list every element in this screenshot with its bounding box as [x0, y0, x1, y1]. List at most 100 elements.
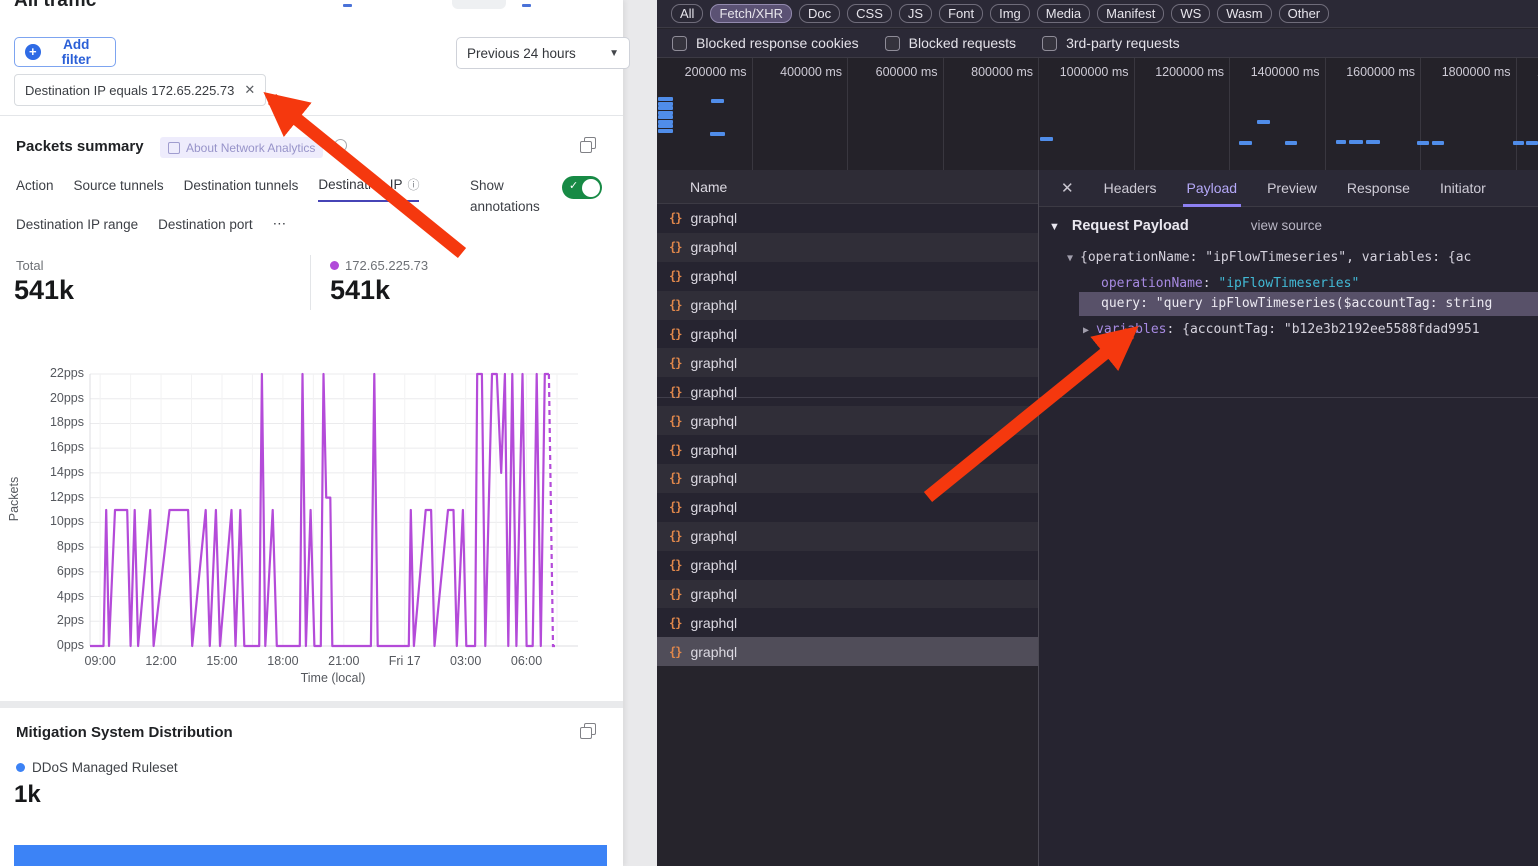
- network-checkbox-bar: Blocked response cookies Blocked request…: [657, 29, 1538, 58]
- checkbox-icon[interactable]: [1042, 36, 1057, 51]
- filter-pill[interactable]: Font: [939, 4, 983, 23]
- timeline-request-bar: [658, 97, 673, 101]
- summary-tab[interactable]: Destination port ⓘ: [158, 216, 253, 239]
- detail-tab[interactable]: Response: [1347, 170, 1410, 207]
- request-row[interactable]: {} graphql: [657, 522, 1038, 551]
- series-dot: [330, 261, 339, 270]
- request-list-header[interactable]: Name: [657, 170, 1038, 204]
- json-braces-icon: {}: [669, 327, 681, 341]
- filter-pill[interactable]: Wasm: [1217, 4, 1271, 23]
- request-row[interactable]: {} graphql: [657, 233, 1038, 262]
- request-row[interactable]: {} graphql: [657, 291, 1038, 320]
- network-timeline-overview[interactable]: 200000 ms400000 ms600000 ms800000 ms1000…: [657, 58, 1538, 171]
- request-row[interactable]: {} graphql: [657, 608, 1038, 637]
- x-tick-label: 21:00: [316, 654, 372, 668]
- mitigation-bar[interactable]: [14, 845, 607, 866]
- chart-y-axis-title: Packets: [7, 477, 21, 521]
- filter-checkbox[interactable]: Blocked response cookies: [672, 35, 859, 51]
- checkbox-icon[interactable]: [672, 36, 687, 51]
- section-divider: [0, 701, 623, 708]
- total-value: 541k: [14, 275, 74, 306]
- filter-pill[interactable]: Media: [1037, 4, 1090, 23]
- checkbox-icon[interactable]: [885, 36, 900, 51]
- timeline-request-bar: [1349, 140, 1363, 144]
- json-braces-icon: {}: [669, 269, 681, 283]
- request-payload-title: Request Payload: [1072, 218, 1189, 234]
- close-icon[interactable]: ✕: [1061, 179, 1074, 197]
- detail-tab[interactable]: Payload: [1187, 170, 1238, 207]
- y-tick-label: 16pps: [28, 440, 84, 454]
- y-tick-label: 22pps: [28, 366, 84, 380]
- x-tick-label: 12:00: [133, 654, 189, 668]
- clock-icon: [334, 139, 347, 152]
- y-tick-label: 6pps: [28, 564, 84, 578]
- plus-icon: +: [25, 44, 41, 60]
- filter-pill[interactable]: Other: [1279, 4, 1330, 23]
- filter-checkbox[interactable]: 3rd-party requests: [1042, 35, 1180, 51]
- timeline-request-bar: [1040, 137, 1053, 141]
- timeline-tick: 1200000 ms: [1135, 58, 1231, 170]
- detail-tab[interactable]: Headers: [1104, 170, 1157, 207]
- page-title: All traffic: [14, 0, 96, 12]
- request-row[interactable]: {} graphql: [657, 493, 1038, 522]
- triangle-down-icon[interactable]: ▼: [1067, 253, 1073, 264]
- time-range-dropdown[interactable]: Previous 24 hours ▼: [456, 37, 630, 69]
- summary-tab[interactable]: Action ⓘ: [16, 176, 54, 202]
- x-tick-label: Fri 17: [377, 654, 433, 668]
- summary-tab[interactable]: Destination tunnels ⓘ: [184, 176, 299, 202]
- view-source-link[interactable]: view source: [1251, 218, 1322, 233]
- timeline-tick: 1800000 ms: [1421, 58, 1517, 170]
- request-row[interactable]: {} graphql: [657, 406, 1038, 435]
- request-row[interactable]: {} graphql: [657, 348, 1038, 377]
- filter-pill[interactable]: WS: [1171, 4, 1210, 23]
- request-row[interactable]: {} graphql: [657, 464, 1038, 493]
- request-row[interactable]: {} graphql: [657, 637, 1038, 666]
- filter-pill[interactable]: Doc: [799, 4, 840, 23]
- filter-chip-close-icon[interactable]: ✕: [244, 82, 255, 98]
- request-rows: {} graphql {} graphql {} graphql {} grap…: [657, 204, 1038, 666]
- add-filter-button[interactable]: + Add filter: [14, 37, 116, 67]
- triangle-down-icon[interactable]: ▼: [1049, 221, 1060, 233]
- request-row[interactable]: {} graphql: [657, 435, 1038, 464]
- timeline-request-bar: [1417, 141, 1429, 145]
- request-detail-panel: ✕ Headers Payload Preview Response Initiator…: [1039, 170, 1538, 866]
- filter-pill[interactable]: Img: [990, 4, 1030, 23]
- json-braces-icon: {}: [669, 356, 681, 370]
- detail-tab[interactable]: Initiator: [1440, 170, 1486, 207]
- request-row[interactable]: {} graphql: [657, 320, 1038, 349]
- summary-tab[interactable]: Destination IP ⓘ: [318, 176, 419, 202]
- filter-pill[interactable]: Fetch/XHR: [710, 4, 792, 23]
- expand-view-icon[interactable]: [580, 137, 595, 152]
- triangle-right-icon[interactable]: ▶: [1083, 325, 1089, 336]
- request-row[interactable]: {} graphql: [657, 204, 1038, 233]
- request-row[interactable]: {} graphql: [657, 262, 1038, 291]
- top-cutoff-icon: [343, 4, 352, 7]
- filter-pill[interactable]: JS: [899, 4, 932, 23]
- expand-view-icon[interactable]: [580, 723, 595, 738]
- series-label: 172.65.225.73: [345, 258, 428, 273]
- payload-variables-line[interactable]: ▶variables: {accountTag: "b12e3b2192ee55…: [1083, 322, 1480, 337]
- summary-tab[interactable]: Destination IP range ⓘ: [16, 216, 138, 239]
- show-annotations-toggle[interactable]: ✓: [562, 176, 602, 199]
- summary-tab[interactable]: ⋯ ⓘ: [273, 216, 287, 239]
- request-row[interactable]: {} graphql: [657, 377, 1038, 406]
- packets-line-chart[interactable]: [88, 370, 580, 654]
- detail-tab[interactable]: Preview: [1267, 170, 1317, 207]
- json-braces-icon: {}: [669, 529, 681, 543]
- json-braces-icon: {}: [669, 558, 681, 572]
- filter-pill[interactable]: Manifest: [1097, 4, 1164, 23]
- filter-pill[interactable]: CSS: [847, 4, 892, 23]
- request-row[interactable]: {} graphql: [657, 551, 1038, 580]
- timeline-request-bar: [658, 124, 673, 128]
- filter-checkbox[interactable]: Blocked requests: [885, 35, 1016, 51]
- request-row[interactable]: {} graphql: [657, 580, 1038, 609]
- summary-tab[interactable]: Source tunnels ⓘ: [74, 176, 164, 202]
- time-range-value: Previous 24 hours: [467, 46, 576, 61]
- filter-chip[interactable]: Destination IP equals 172.65.225.73 ✕: [14, 74, 266, 106]
- payload-query-line[interactable]: query: "query ipFlowTimeseries($accountT…: [1101, 296, 1492, 311]
- x-tick-label: 06:00: [499, 654, 555, 668]
- payload-summary-line[interactable]: ▼{operationName: "ipFlowTimeseries", var…: [1067, 250, 1471, 265]
- total-label: Total: [16, 258, 43, 273]
- check-icon: ✓: [569, 179, 578, 192]
- filter-pill[interactable]: All: [671, 4, 703, 23]
